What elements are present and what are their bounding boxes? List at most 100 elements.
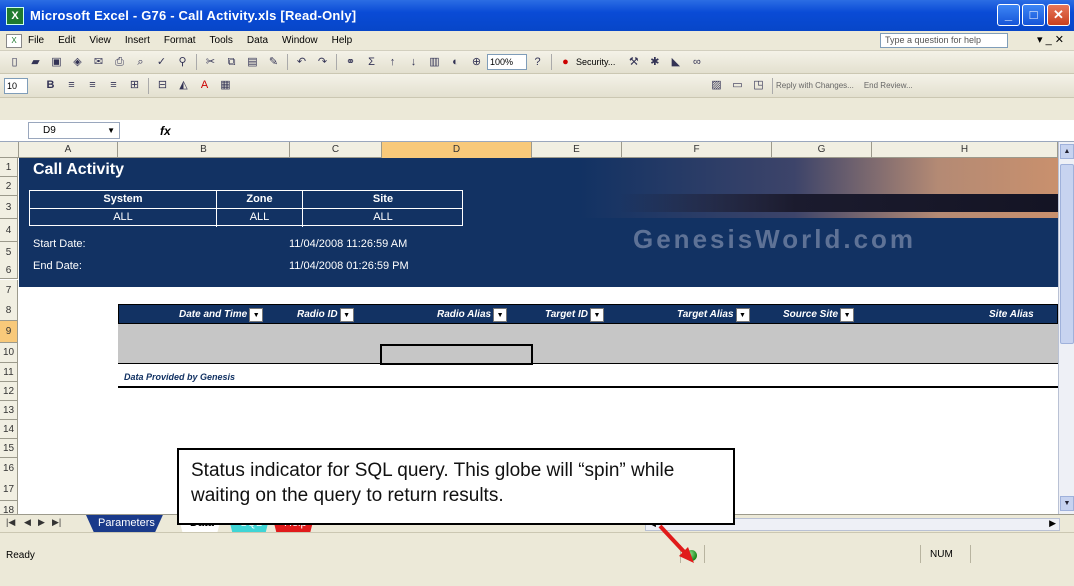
- menu-help[interactable]: Help: [332, 35, 353, 46]
- menu-view[interactable]: View: [89, 35, 111, 46]
- spelling-icon[interactable]: ✓: [153, 54, 170, 71]
- column-header-d[interactable]: D: [382, 142, 532, 158]
- security-icon[interactable]: ●: [557, 54, 574, 71]
- fill-color-icon[interactable]: ◭: [175, 77, 192, 94]
- row-header-16[interactable]: 16: [0, 458, 18, 480]
- prev-sheet-icon[interactable]: ◀: [24, 517, 31, 528]
- drawing-icon[interactable]: ◐: [447, 54, 464, 71]
- font-color-icon[interactable]: A: [196, 77, 213, 94]
- row-header-12[interactable]: 12: [0, 382, 18, 401]
- end-review-button[interactable]: End Review...: [864, 81, 913, 90]
- paste-icon[interactable]: ▤: [244, 54, 261, 71]
- row-header-11[interactable]: 11: [0, 363, 18, 382]
- wizard-icon[interactable]: ✱: [646, 54, 663, 71]
- font-size-select[interactable]: 10: [4, 77, 28, 94]
- filter-dropdown-icon[interactable]: ▼: [339, 308, 354, 322]
- column-header-c[interactable]: C: [290, 142, 382, 158]
- hyperlink-icon[interactable]: ⚭: [342, 54, 359, 71]
- zoom-icon[interactable]: ⊕: [468, 54, 485, 71]
- results-table-body[interactable]: [118, 324, 1058, 364]
- new-icon[interactable]: ▯: [6, 54, 23, 71]
- filter-dropdown-icon[interactable]: ▼: [840, 308, 855, 322]
- filter-dropdown-icon[interactable]: ▼: [249, 308, 264, 322]
- column-header-e[interactable]: E: [532, 142, 622, 158]
- menu-tools[interactable]: Tools: [210, 35, 233, 46]
- macro-icon[interactable]: ∞: [688, 54, 705, 71]
- save-icon[interactable]: ▣: [48, 54, 65, 71]
- row-header-6[interactable]: 6: [0, 263, 18, 279]
- chevron-down-icon[interactable]: ▼: [107, 123, 115, 138]
- merge-center-icon[interactable]: ⊞: [126, 77, 143, 94]
- row-header-17[interactable]: 17: [0, 479, 18, 501]
- reply-icon[interactable]: ◳: [750, 77, 767, 94]
- scroll-right-icon[interactable]: ▶: [1049, 518, 1056, 529]
- menu-insert[interactable]: Insert: [125, 35, 150, 46]
- help-icon[interactable]: ?: [529, 54, 546, 71]
- workbook-icon[interactable]: X: [6, 33, 22, 48]
- next-sheet-icon[interactable]: ▶: [38, 517, 45, 528]
- research-icon[interactable]: ⚲: [174, 54, 191, 71]
- close-button[interactable]: ✕: [1047, 4, 1070, 26]
- sheet-tab-parameters[interactable]: Parameters: [86, 515, 163, 532]
- menu-window[interactable]: Window: [282, 35, 318, 46]
- security-button[interactable]: Security...: [576, 57, 615, 67]
- menu-format[interactable]: Format: [164, 35, 196, 46]
- column-header-h[interactable]: H: [872, 142, 1058, 158]
- row-header-9[interactable]: 9: [0, 321, 18, 343]
- tool-icon[interactable]: ⚒: [625, 54, 642, 71]
- scroll-up-icon[interactable]: ▲: [1060, 144, 1074, 159]
- cut-icon[interactable]: ✂: [202, 54, 219, 71]
- last-sheet-icon[interactable]: ▶|: [52, 517, 61, 528]
- column-header-b[interactable]: B: [118, 142, 290, 158]
- fx-icon[interactable]: fx: [160, 124, 171, 138]
- select-all-corner[interactable]: [0, 142, 19, 158]
- column-header-f[interactable]: F: [622, 142, 772, 158]
- filter-dropdown-icon[interactable]: ▼: [735, 308, 750, 322]
- sort-ascending-icon[interactable]: ↑: [384, 54, 401, 71]
- redo-icon[interactable]: ↷: [314, 54, 331, 71]
- row-header-14[interactable]: 14: [0, 420, 18, 439]
- document-window-controls[interactable]: ▾ _ ✕: [1037, 33, 1064, 46]
- print-preview-icon[interactable]: ⌕: [132, 54, 149, 71]
- toolbar-options-icon[interactable]: ▦: [217, 77, 234, 94]
- selected-cell-d9[interactable]: [380, 344, 533, 365]
- email-icon[interactable]: ✉: [90, 54, 107, 71]
- column-header-g[interactable]: G: [772, 142, 872, 158]
- align-right-icon[interactable]: ≡: [105, 77, 122, 94]
- first-sheet-icon[interactable]: |◀: [6, 517, 15, 528]
- permission-icon[interactable]: ◈: [69, 54, 86, 71]
- copy-icon[interactable]: ⧉: [223, 54, 240, 71]
- row-header-13[interactable]: 13: [0, 401, 18, 420]
- row-header-7[interactable]: 7: [0, 280, 18, 302]
- vertical-scroll-thumb[interactable]: [1060, 164, 1074, 344]
- format-painter-icon[interactable]: ✎: [265, 54, 282, 71]
- undo-icon[interactable]: ↶: [293, 54, 310, 71]
- row-header-1[interactable]: 1: [0, 158, 18, 177]
- open-icon[interactable]: ▰: [27, 54, 44, 71]
- print-icon[interactable]: ⎙: [111, 54, 128, 71]
- name-box[interactable]: D9 ▼: [28, 122, 120, 139]
- borders-icon[interactable]: ⊟: [154, 77, 171, 94]
- menu-edit[interactable]: Edit: [58, 35, 75, 46]
- comment-icon[interactable]: ▭: [729, 77, 746, 94]
- row-header-3[interactable]: 3: [0, 196, 18, 219]
- row-header-8[interactable]: 8: [0, 301, 18, 321]
- filter-dropdown-icon[interactable]: ▼: [589, 308, 604, 322]
- design-icon[interactable]: ◣: [667, 54, 684, 71]
- menu-file[interactable]: File: [28, 35, 44, 46]
- help-question-input[interactable]: Type a question for help: [880, 33, 1008, 48]
- review-icon[interactable]: ▨: [708, 77, 725, 94]
- reply-with-changes-button[interactable]: Reply with Changes...: [776, 81, 854, 90]
- row-header-2[interactable]: 2: [0, 177, 18, 196]
- align-center-icon[interactable]: ≡: [84, 77, 101, 94]
- row-header-10[interactable]: 10: [0, 343, 18, 363]
- chart-wizard-icon[interactable]: ▥: [426, 54, 443, 71]
- sort-descending-icon[interactable]: ↓: [405, 54, 422, 71]
- bold-icon[interactable]: B: [42, 77, 59, 94]
- vertical-scrollbar[interactable]: ▲ ▼: [1058, 142, 1074, 514]
- align-left-icon[interactable]: ≡: [63, 77, 80, 94]
- row-header-18[interactable]: 18: [0, 501, 18, 514]
- column-header-a[interactable]: A: [19, 142, 118, 158]
- filter-dropdown-icon[interactable]: ▼: [493, 308, 508, 322]
- maximize-button[interactable]: □: [1022, 4, 1045, 26]
